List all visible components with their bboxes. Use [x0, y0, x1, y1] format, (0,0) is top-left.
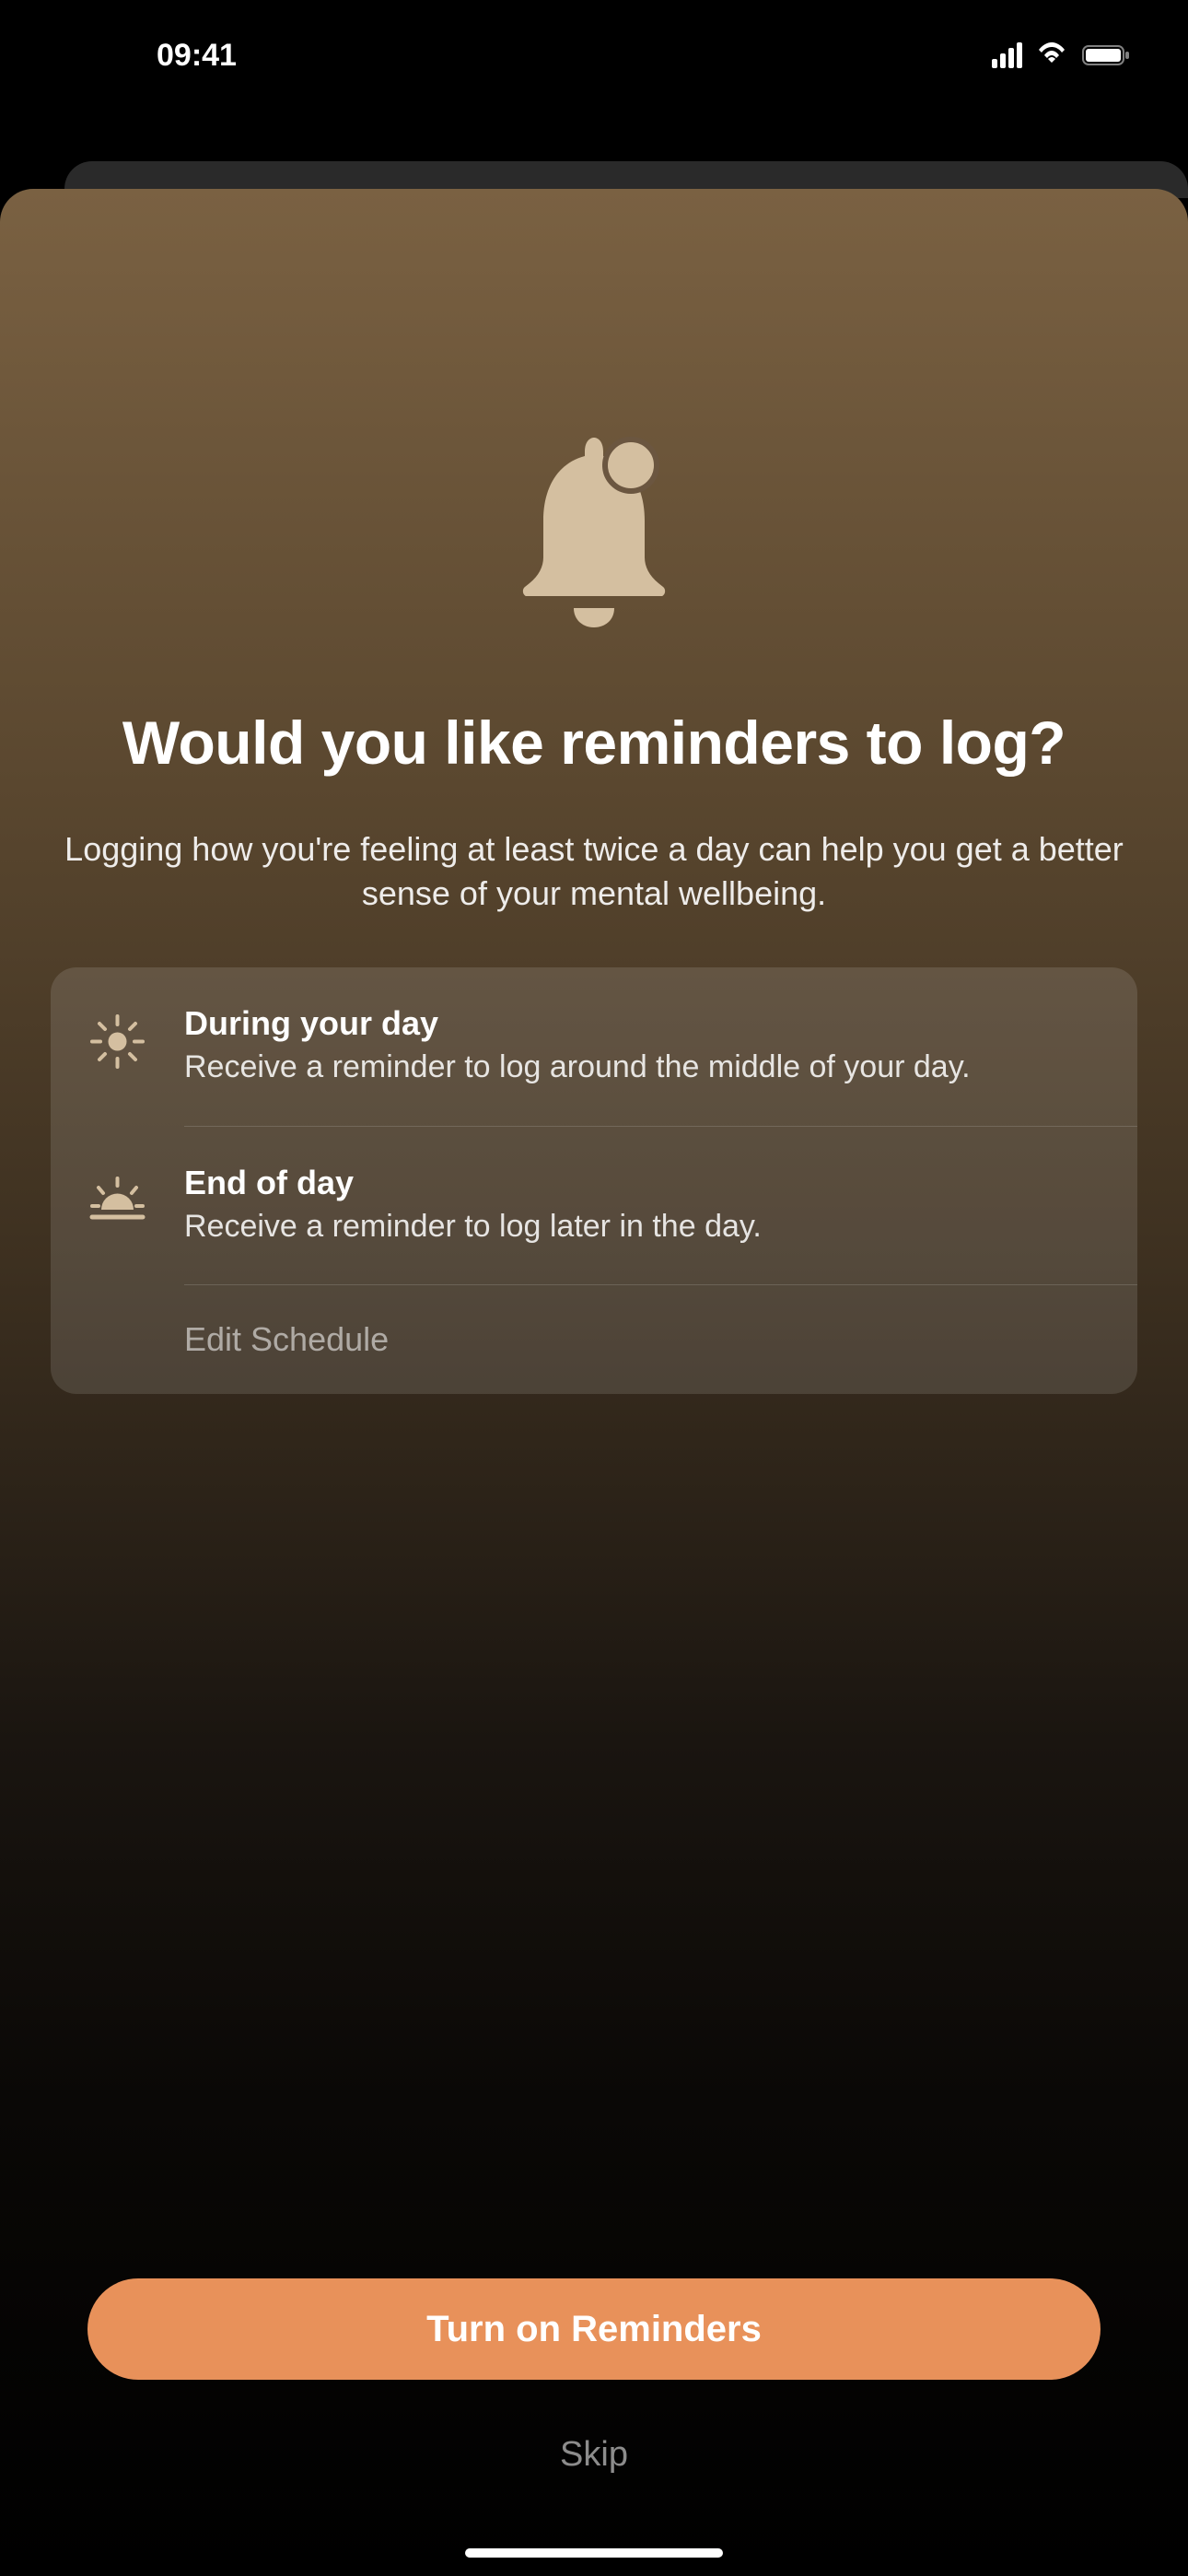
modal-sheet: Would you like reminders to log? Logging…	[0, 189, 1188, 2576]
home-indicator[interactable]	[465, 2548, 723, 2558]
cellular-signal-icon	[992, 42, 1022, 68]
turn-on-reminders-button[interactable]: Turn on Reminders	[87, 2278, 1101, 2380]
page-subtitle: Logging how you're feeling at least twic…	[51, 827, 1137, 917]
skip-button[interactable]: Skip	[87, 2426, 1101, 2484]
bottom-actions: Turn on Reminders Skip	[87, 2278, 1101, 2484]
sunset-icon	[87, 1164, 147, 1231]
option-title: End of day	[184, 1164, 1101, 1202]
reminder-option-end-of-day: End of day Receive a reminder to log lat…	[51, 1127, 1137, 1285]
battery-icon	[1081, 42, 1133, 68]
option-description: Receive a reminder to log around the mid…	[184, 1047, 1101, 1089]
wifi-icon	[1035, 41, 1068, 71]
page-title: Would you like reminders to log?	[51, 705, 1137, 781]
status-bar: 09:41	[0, 0, 1188, 111]
status-icons	[992, 41, 1133, 71]
status-time: 09:41	[157, 38, 237, 74]
reminder-option-during-day: During your day Receive a reminder to lo…	[51, 967, 1137, 1126]
edit-schedule-link[interactable]: Edit Schedule	[51, 1285, 1137, 1394]
sun-icon	[87, 1004, 147, 1071]
reminder-options-card: During your day Receive a reminder to lo…	[51, 967, 1137, 1395]
option-title: During your day	[184, 1004, 1101, 1043]
option-description: Receive a reminder to log later in the d…	[184, 1206, 1101, 1248]
bell-notification-icon	[51, 428, 1137, 631]
